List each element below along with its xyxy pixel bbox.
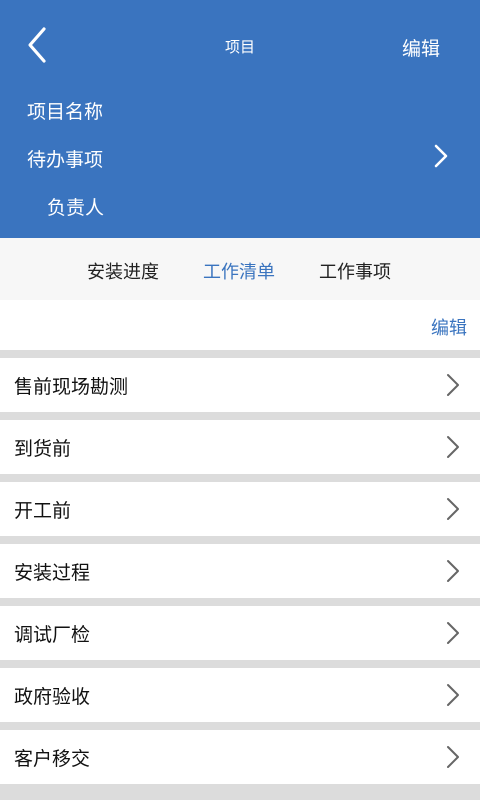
header-edit-button[interactable]: 编辑 bbox=[402, 34, 440, 61]
tab-work-items[interactable]: 工作事项 bbox=[319, 258, 391, 284]
list-item-label: 客户移交 bbox=[14, 748, 91, 770]
list-item-label: 政府验收 bbox=[14, 686, 91, 708]
list-item-label: 安装过程 bbox=[14, 562, 91, 584]
list-item-label: 开工前 bbox=[14, 500, 72, 522]
todo-items-link[interactable]: 待办事项 bbox=[27, 145, 103, 172]
chevron-right-icon bbox=[447, 560, 459, 582]
project-name-label: 项目名称 bbox=[27, 101, 104, 123]
list-item-installation[interactable]: 安装过程 bbox=[0, 544, 480, 598]
chevron-right-icon bbox=[447, 374, 459, 396]
list-item-label: 售前现场勘测 bbox=[14, 376, 129, 398]
list-toolbar: 编辑 bbox=[0, 300, 480, 350]
list-item-before-start[interactable]: 开工前 bbox=[0, 482, 480, 536]
owner-label: 负责人 bbox=[47, 197, 105, 219]
tab-work-list[interactable]: 工作清单 bbox=[203, 258, 275, 284]
chevron-right-icon bbox=[447, 436, 459, 458]
list-item-before-arrival[interactable]: 到货前 bbox=[0, 420, 480, 474]
project-header: 项目 编辑 项目名称 待办事项 负责人 bbox=[0, 0, 480, 238]
tab-bar: 安装进度 工作清单 工作事项 bbox=[0, 238, 480, 300]
chevron-right-icon[interactable] bbox=[430, 143, 452, 169]
list-item-label: 调试厂检 bbox=[14, 624, 91, 646]
chevron-right-icon bbox=[447, 746, 459, 768]
tab-install-progress[interactable]: 安装进度 bbox=[87, 258, 159, 284]
list-item-gov-acceptance[interactable]: 政府验收 bbox=[0, 668, 480, 722]
list-item-factory-test[interactable]: 调试厂检 bbox=[0, 606, 480, 660]
chevron-right-icon bbox=[447, 622, 459, 644]
chevron-right-icon bbox=[447, 498, 459, 520]
list-item-presale-survey[interactable]: 售前现场勘测 bbox=[0, 358, 480, 412]
list-edit-button[interactable]: 编辑 bbox=[431, 314, 467, 340]
chevron-right-icon bbox=[447, 684, 459, 706]
work-list: 售前现场勘测 到货前 开工前 安装过程 调试厂检 政府验收 客户移交 bbox=[0, 350, 480, 800]
list-item-label: 到货前 bbox=[14, 438, 72, 460]
list-item-handover[interactable]: 客户移交 bbox=[0, 730, 480, 784]
